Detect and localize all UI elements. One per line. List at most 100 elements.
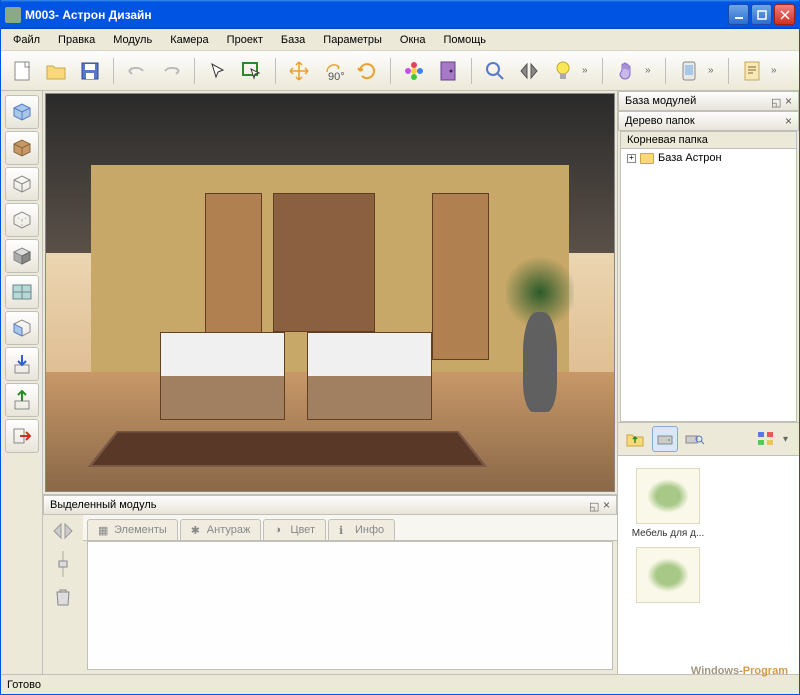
thumb-item[interactable]: Мебель для д...: [630, 468, 706, 539]
menu-windows[interactable]: Окна: [392, 32, 434, 48]
folder-tree-header[interactable]: Дерево папок ×: [618, 111, 799, 131]
toolbar-overflow[interactable]: »: [645, 65, 657, 76]
dropdown-icon[interactable]: ▾: [783, 434, 795, 445]
tree-item[interactable]: + База Астрон: [621, 149, 796, 167]
bottom-left-tools: [43, 515, 83, 674]
grid-icon: ▦: [98, 524, 110, 536]
mirror-icon: [51, 521, 75, 541]
leaf-icon: [647, 479, 689, 513]
3d-viewport[interactable]: [45, 93, 615, 492]
device-button[interactable]: [674, 56, 704, 86]
view-list-button[interactable]: [652, 426, 678, 452]
close-icon: [780, 10, 790, 20]
tab-entourage[interactable]: ✱Антураж: [180, 519, 262, 540]
toolbar-overflow[interactable]: »: [771, 65, 783, 76]
exit-button[interactable]: [5, 419, 39, 453]
view-window-button[interactable]: [5, 275, 39, 309]
thumbnail-area[interactable]: Мебель для д...: [618, 456, 799, 674]
materials-button[interactable]: [399, 56, 429, 86]
view-solid-button[interactable]: [5, 131, 39, 165]
mirror-tool[interactable]: [51, 521, 75, 541]
main-toolbar: 90° » » » »: [1, 51, 799, 91]
menu-camera[interactable]: Камера: [162, 32, 216, 48]
toolbar-overflow[interactable]: »: [582, 65, 594, 76]
view-outline-button[interactable]: [5, 167, 39, 201]
view-mode-button[interactable]: [753, 426, 779, 452]
import-button[interactable]: [5, 347, 39, 381]
thumb-image: [636, 468, 700, 524]
drive-search-icon: [685, 430, 705, 448]
move-button[interactable]: [284, 56, 314, 86]
cube-front-icon: [10, 318, 34, 338]
expand-icon[interactable]: +: [627, 154, 636, 163]
tree-root-label[interactable]: Корневая папка: [621, 132, 796, 149]
cube-brown-icon: [10, 138, 34, 158]
report-icon: [743, 60, 761, 82]
save-icon: [80, 61, 100, 81]
search-button[interactable]: [682, 426, 708, 452]
undo-button[interactable]: [122, 56, 152, 86]
report-button[interactable]: [737, 56, 767, 86]
arrow-up-box-icon: [12, 389, 32, 411]
menu-edit[interactable]: Правка: [50, 32, 103, 48]
folder-up-button[interactable]: [622, 426, 648, 452]
zoom-button[interactable]: [480, 56, 510, 86]
save-button[interactable]: [75, 56, 105, 86]
tab-color[interactable]: ◑Цвет: [263, 519, 326, 540]
minimize-icon: [734, 10, 744, 20]
module-base-header[interactable]: База модулей ◱ ×: [618, 91, 799, 111]
toolbar-overflow[interactable]: »: [708, 65, 720, 76]
bed-right: [307, 332, 432, 419]
rotate90-button[interactable]: 90°: [318, 56, 348, 86]
select-button[interactable]: [203, 56, 233, 86]
panel-close-button[interactable]: ×: [785, 114, 792, 128]
trash-tool[interactable]: [54, 587, 72, 607]
panel-close-button[interactable]: ×: [785, 94, 792, 108]
open-button[interactable]: [41, 56, 71, 86]
menu-help[interactable]: Помощь: [435, 32, 494, 48]
menu-params[interactable]: Параметры: [315, 32, 390, 48]
menu-file[interactable]: Файл: [5, 32, 48, 48]
maximize-button[interactable]: [751, 4, 772, 25]
panel-close-button[interactable]: ×: [603, 498, 610, 512]
rotate-button[interactable]: [352, 56, 382, 86]
thumb-item[interactable]: [630, 547, 706, 607]
light-button[interactable]: [548, 56, 578, 86]
view-hidden-button[interactable]: [5, 203, 39, 237]
view-wireframe-button[interactable]: [5, 95, 39, 129]
minimize-button[interactable]: [728, 4, 749, 25]
menu-base[interactable]: База: [273, 32, 313, 48]
tab-info[interactable]: ℹИнфо: [328, 519, 395, 540]
main-area: Выделенный модуль ◱ × ▦ Элементы: [1, 91, 799, 674]
folder-tree-title: Дерево папок: [625, 115, 695, 127]
door-button[interactable]: [433, 56, 463, 86]
redo-button[interactable]: [156, 56, 186, 86]
cursor-icon: [208, 61, 228, 81]
export-button[interactable]: [5, 383, 39, 417]
new-button[interactable]: [7, 56, 37, 86]
menu-module[interactable]: Модуль: [105, 32, 160, 48]
bottom-panel-content: ▦ Элементы ✱Антураж ◑Цвет ℹИнфо: [43, 515, 617, 674]
undock-icon[interactable]: ◱: [589, 500, 599, 510]
tab-entourage-label: Антураж: [207, 524, 251, 536]
titlebar[interactable]: М003- Астрон Дизайн: [1, 0, 799, 29]
toolbar-separator: [665, 58, 666, 84]
menu-project[interactable]: Проект: [219, 32, 271, 48]
slider-tool[interactable]: [58, 549, 68, 579]
toolbar-separator: [390, 58, 391, 84]
close-button[interactable]: [774, 4, 795, 25]
menubar: Файл Правка Модуль Камера Проект База Па…: [1, 29, 799, 51]
view-side-button[interactable]: [5, 311, 39, 345]
mirror-button[interactable]: [514, 56, 544, 86]
svg-text:90°: 90°: [328, 71, 344, 82]
pan-button[interactable]: [611, 56, 641, 86]
folder-tree[interactable]: Корневая папка + База Астрон: [620, 131, 797, 422]
tab-elements[interactable]: ▦ Элементы: [87, 519, 178, 540]
info-icon: ℹ: [339, 524, 351, 536]
selected-module-header[interactable]: Выделенный модуль ◱ ×: [43, 495, 617, 515]
select-area-button[interactable]: [237, 56, 267, 86]
view-shaded-button[interactable]: [5, 239, 39, 273]
undock-icon[interactable]: ◱: [771, 96, 781, 106]
tab-elements-label: Элементы: [114, 524, 167, 536]
rotate-90-icon: 90°: [322, 60, 344, 82]
